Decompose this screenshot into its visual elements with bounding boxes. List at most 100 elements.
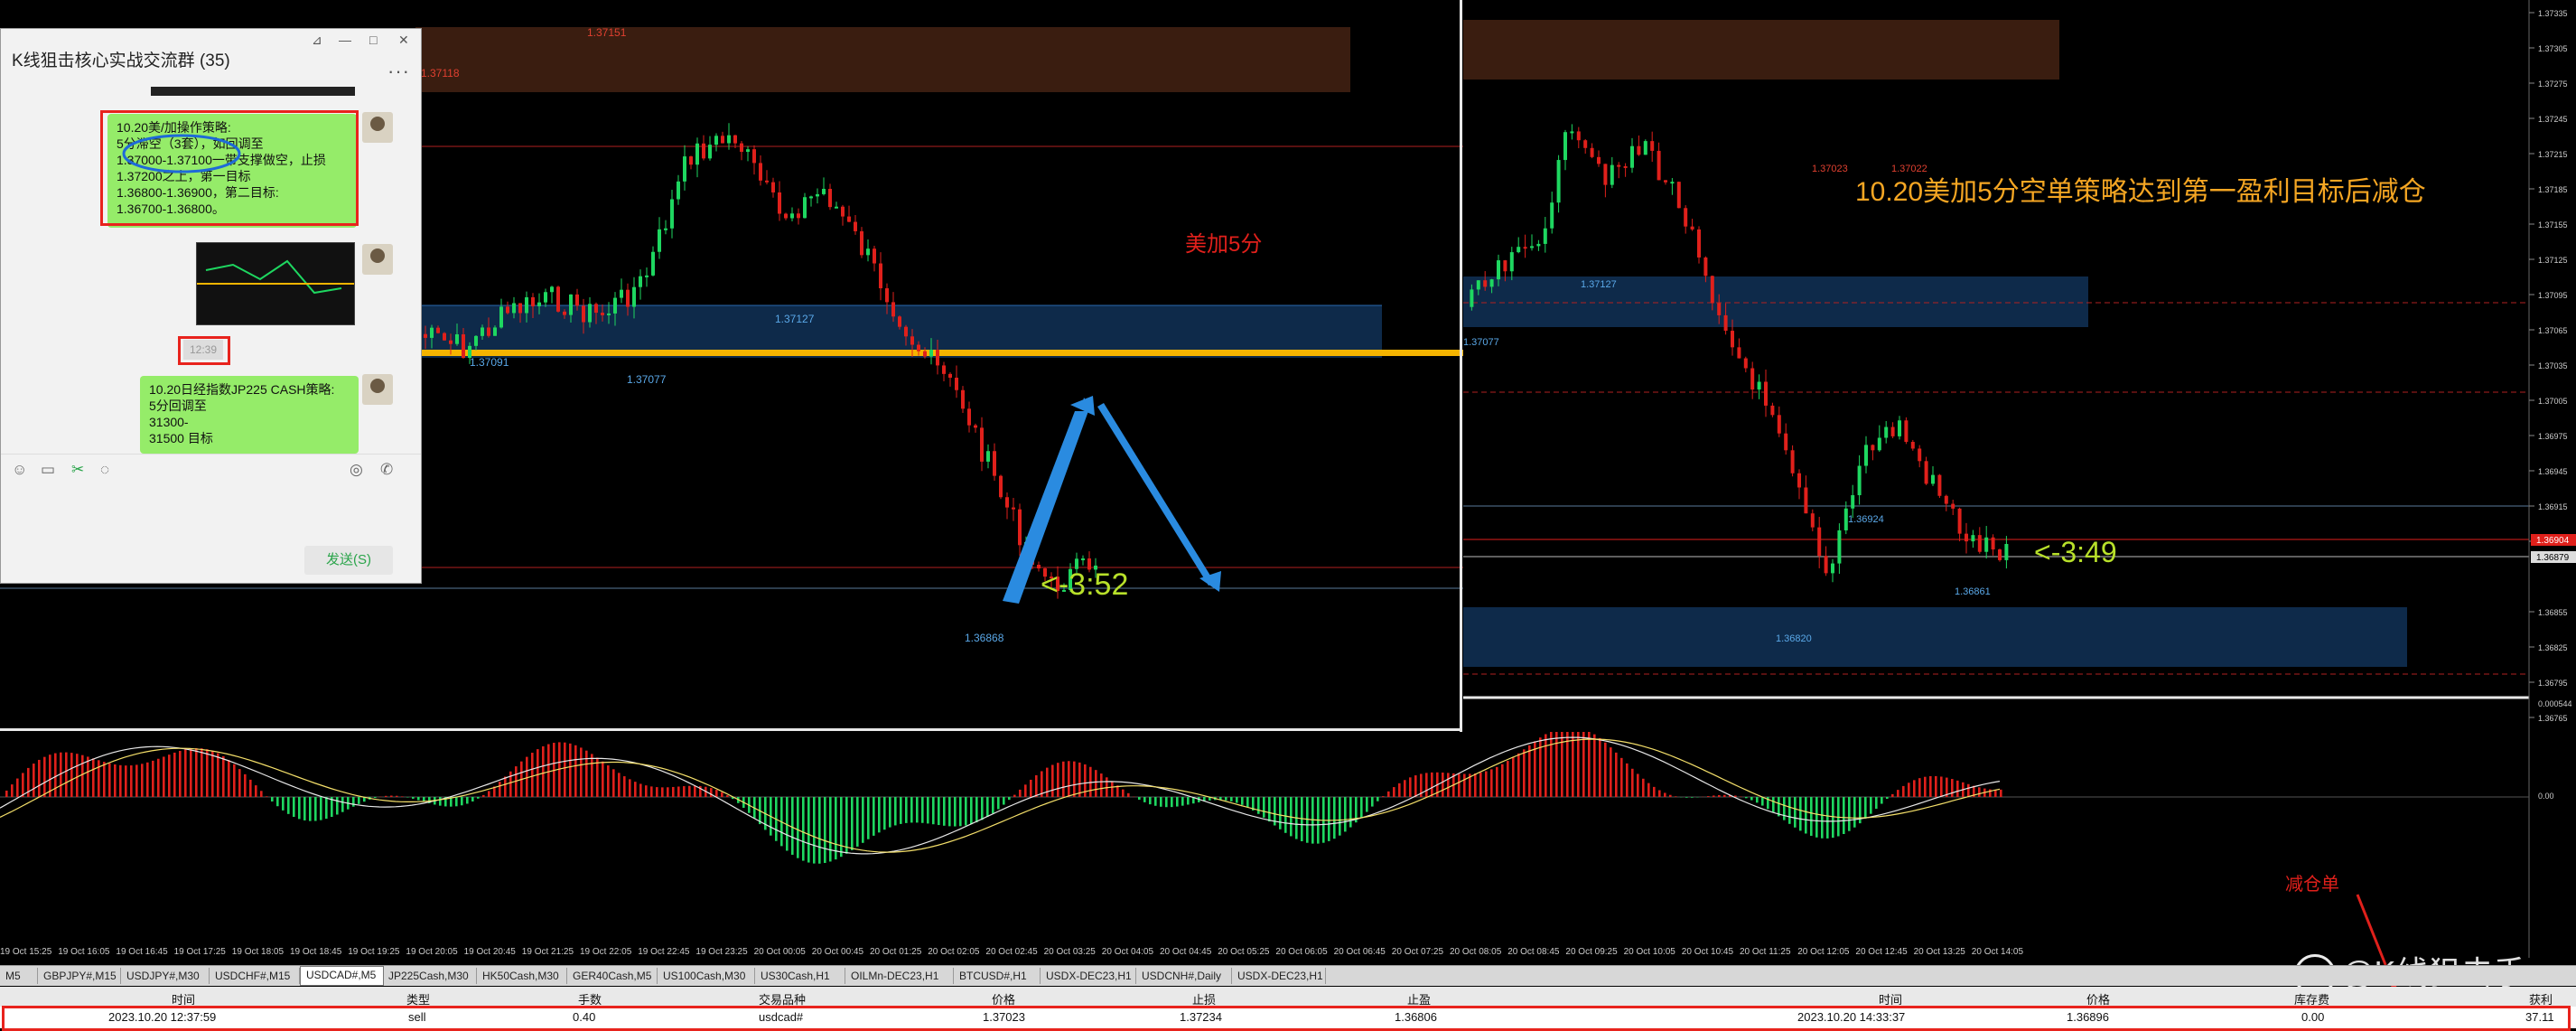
candle-body: [999, 475, 1003, 498]
osc-bar: [1940, 776, 1943, 797]
symbol-tab[interactable]: GER40Cash,M5: [567, 968, 658, 984]
osc-bar: [1371, 797, 1374, 807]
osc-bar: [916, 797, 919, 823]
time-label: 19 Oct 22:45: [638, 947, 690, 957]
avatar[interactable]: [362, 374, 393, 405]
screenshot-icon[interactable]: ✂: [71, 461, 84, 479]
chat-window[interactable]: ⊿ — □ ✕ K线狙击核心实战交流群 (35) ··· 10.20美/加操作策…: [0, 28, 422, 584]
image-message[interactable]: [151, 87, 355, 96]
chat-history-icon[interactable]: ◌: [100, 461, 109, 479]
candle-body: [525, 296, 528, 314]
candle-body: [1497, 260, 1500, 280]
candle-body: [721, 136, 724, 144]
osc-bar: [1886, 797, 1889, 800]
maximize-icon[interactable]: □: [369, 33, 377, 47]
candle-body: [632, 286, 636, 307]
more-icon[interactable]: ···: [387, 60, 410, 83]
osc-bar: [1366, 797, 1368, 812]
osc-bar: [33, 764, 35, 797]
time-label: 19 Oct 22:05: [580, 947, 632, 957]
osc-bar: [1626, 763, 1629, 797]
price-label: 1.36861: [1955, 586, 1991, 597]
send-button[interactable]: 发送(S): [304, 546, 393, 575]
osc-bar: [607, 765, 610, 797]
osc-bar: [1577, 732, 1580, 797]
osc-bar: [1788, 797, 1791, 824]
voice-icon[interactable]: ◎: [350, 461, 363, 479]
symbol-tab[interactable]: USDX-DEC23,H1: [1232, 968, 1326, 984]
candle-body: [1703, 257, 1708, 276]
candle-body: [1676, 182, 1681, 209]
price-label: 1.37127: [775, 313, 815, 325]
symbol-tab[interactable]: OILMn-DEC23,H1: [845, 968, 954, 984]
osc-bar: [92, 758, 95, 797]
minimize-icon[interactable]: —: [339, 33, 351, 47]
osc-bar: [1160, 797, 1162, 807]
symbol-tab[interactable]: JP225Cash,M30: [383, 968, 477, 984]
axis-price: 1.36855: [2538, 608, 2568, 617]
avatar[interactable]: [362, 112, 393, 143]
symbol-tab[interactable]: USDCHF#,M15: [210, 968, 300, 984]
time-label: 20 Oct 01:25: [870, 947, 922, 957]
osc-bar: [932, 797, 935, 825]
symbol-tab[interactable]: BTCUSD#,H1: [954, 968, 1041, 984]
candle-body: [1831, 563, 1834, 574]
symbol-tab[interactable]: US30Cash,H1: [755, 968, 845, 984]
axis-price: 1.37275: [2538, 80, 2568, 89]
candle-body: [1857, 465, 1862, 496]
blue-circle-mark: [122, 134, 241, 173]
osc-bar: [1994, 789, 1997, 797]
osc-bar: [417, 797, 420, 801]
candle-body: [601, 313, 604, 315]
candle-body: [885, 288, 889, 303]
osc-bar: [287, 797, 290, 814]
osc-bar: [900, 797, 902, 824]
osc-bar: [1030, 779, 1032, 797]
call-icon[interactable]: ✆: [380, 461, 393, 479]
panel-divider: [1460, 0, 1462, 732]
osc-bar: [1913, 780, 1916, 797]
candle-body: [847, 216, 851, 222]
symbol-tab[interactable]: HK50Cash,M30: [477, 968, 567, 984]
folder-icon[interactable]: ▭: [41, 461, 55, 479]
osc-bar: [168, 755, 171, 797]
osc-bar: [997, 797, 1000, 810]
osc-bar: [98, 760, 100, 797]
time-label: 19 Oct 19:25: [348, 947, 400, 957]
candle-body: [980, 427, 984, 462]
osc-bar: [802, 797, 805, 861]
candle-body: [651, 251, 655, 276]
price-label: 1.36868: [965, 632, 1004, 644]
symbol-tab[interactable]: USDCNH#,Daily: [1136, 968, 1232, 984]
axis-price: 1.36915: [2538, 502, 2568, 511]
osc-bar: [1881, 797, 1883, 804]
osc-bar: [835, 797, 837, 860]
candle-body: [967, 408, 971, 426]
candle-body: [1731, 331, 1734, 348]
time-label: 20 Oct 05:25: [1218, 947, 1270, 957]
chart-image-message[interactable]: [196, 242, 355, 325]
osc-bar: [1284, 797, 1287, 833]
osc-bar: [509, 771, 512, 797]
emoji-icon[interactable]: ☺: [12, 461, 27, 479]
osc-bar: [1019, 789, 1022, 797]
strategy-annotation: 10.20美加5分空单策略达到第一盈利目标后减仓: [1855, 177, 2426, 207]
osc-bar: [851, 797, 854, 850]
candle-body: [1871, 445, 1875, 451]
osc-bar: [965, 797, 967, 826]
macd-oscillator[interactable]: [0, 732, 2529, 954]
pin-icon[interactable]: ⊿: [312, 33, 322, 48]
close-icon[interactable]: ✕: [398, 33, 409, 48]
osc-bar: [531, 753, 534, 797]
candle-body: [537, 302, 541, 306]
candle-body: [575, 294, 579, 306]
symbol-tab[interactable]: US100Cash,M30: [658, 968, 755, 984]
symbol-tab[interactable]: USDJPY#,M30: [121, 968, 210, 984]
symbol-tab[interactable]: M5: [0, 968, 38, 984]
symbol-tab[interactable]: USDX-DEC23,H1: [1041, 968, 1136, 984]
avatar[interactable]: [362, 244, 393, 275]
candle-body: [1904, 420, 1909, 443]
symbol-tab[interactable]: USDCAD#,M5: [300, 966, 384, 986]
osc-bar: [585, 750, 588, 797]
symbol-tab[interactable]: GBPJPY#,M15: [38, 968, 121, 984]
